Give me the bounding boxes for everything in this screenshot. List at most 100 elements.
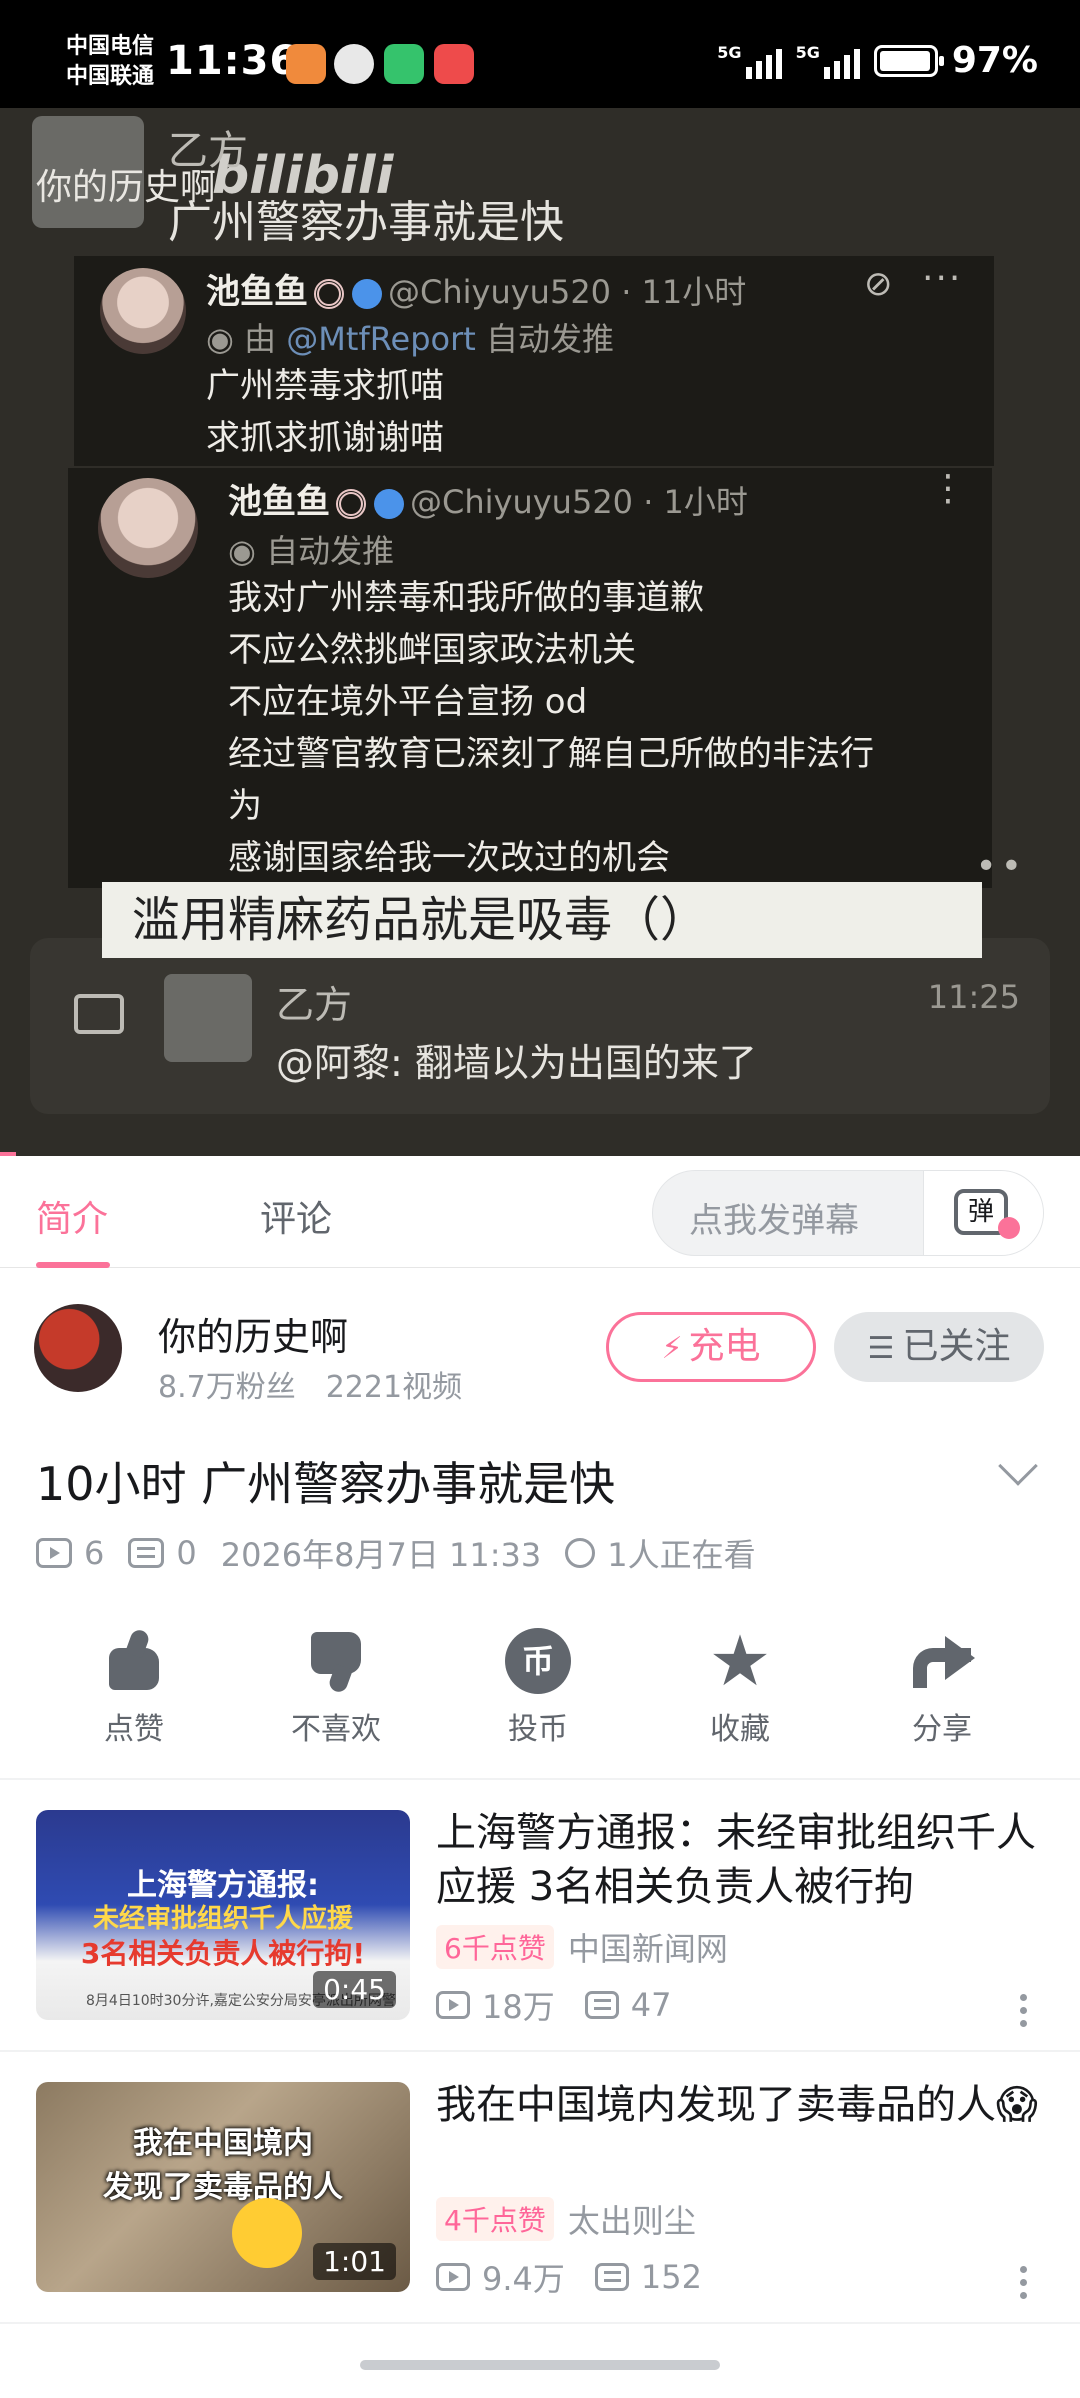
danmaku-toggle-button[interactable]: 弹 bbox=[923, 1171, 1043, 1255]
tab-bar: 简介 评论 点我发弹幕 弹 bbox=[0, 1156, 1080, 1268]
channel-name: 中国新闻网 bbox=[567, 1930, 728, 1968]
swirl-icon bbox=[336, 488, 366, 519]
verified-icon bbox=[374, 488, 404, 519]
reply-time: 11:25 bbox=[927, 978, 1020, 1016]
thumb-line: 我在中国境内 bbox=[133, 2126, 313, 2161]
repost-suffix: 自动发推 bbox=[485, 320, 614, 358]
tweet-handle: @Chiyuyu520 · 11小时 bbox=[388, 273, 747, 311]
publish-date: 2026年8月7日 11:33 bbox=[220, 1536, 542, 1574]
like-label: 点赞 bbox=[104, 1712, 164, 1747]
tweet-author: 池鱼鱼 @Chiyuyu520 · 1小时 bbox=[228, 474, 748, 523]
follow-label: 已关注 bbox=[902, 1326, 1011, 1367]
action-bar: 点赞 不喜欢 币 投币 ★ 收藏 分享 bbox=[0, 1620, 1080, 1770]
uploader-stats: 8.7万粉丝 2221视频 bbox=[158, 1362, 462, 1406]
tweet-author: 池鱼鱼 @Chiyuyu520 · 11小时 bbox=[206, 264, 746, 313]
duration-badge: 1:01 bbox=[313, 2243, 396, 2280]
viewers-icon bbox=[565, 1538, 596, 1568]
tab-intro[interactable]: 简介 bbox=[36, 1190, 108, 1242]
tweet-avatar bbox=[98, 478, 198, 578]
tweet-line: 我对广州禁毒和我所做的事道歉 bbox=[228, 578, 704, 618]
chevron-down-icon[interactable] bbox=[998, 1446, 1038, 1486]
comment-icon bbox=[74, 994, 124, 1034]
share-button[interactable]: 分享 bbox=[872, 1620, 1012, 1748]
tweet-handle: @Chiyuyu520 · 1小时 bbox=[410, 483, 748, 521]
tab-comments[interactable]: 评论 bbox=[260, 1190, 332, 1242]
play-count: 6 bbox=[84, 1534, 105, 1572]
notification-app-icon bbox=[334, 44, 374, 84]
tweet-line: 广州禁毒求抓喵 bbox=[206, 366, 444, 406]
uploader-avatar[interactable] bbox=[34, 1304, 122, 1392]
battery-level: 97% bbox=[951, 40, 1038, 81]
play-count-icon bbox=[436, 1991, 470, 2019]
status-indicators: 5G 5G 97% bbox=[717, 40, 1038, 81]
tweet-1: 池鱼鱼 @Chiyuyu520 · 11小时 ⊘ ··· ◉ 由 @MtfRepo… bbox=[74, 256, 994, 466]
recommended-title[interactable]: 上海警方通报：未经审批组织千人应援 3名相关负责人被行拘 bbox=[436, 1806, 1046, 1914]
charge-label: 充电 bbox=[688, 1326, 761, 1367]
battery-icon bbox=[873, 44, 944, 77]
repost-prefix: 由 bbox=[244, 320, 277, 358]
scream-emoji-icon bbox=[232, 2198, 302, 2268]
recommended-video[interactable]: 上海警方通报: 未经审批组织千人应援 3名相关负责人被行拘! 8月4日10时30… bbox=[0, 1780, 1080, 2052]
tweet-line: 感谢国家给我一次改过的机会 bbox=[228, 838, 670, 878]
danmaku-count: 152 bbox=[640, 2258, 702, 2296]
share-label: 分享 bbox=[912, 1712, 972, 1747]
notification-app-icon bbox=[286, 44, 326, 84]
recommended-stats: 18万 47 bbox=[436, 1982, 671, 2028]
tweet-line: 不应公然挑衅国家政法机关 bbox=[228, 630, 636, 670]
video-thumbnail[interactable]: 我在中国境内 发现了卖毒品的人 1:01 bbox=[36, 2082, 410, 2292]
more-options-icon[interactable] bbox=[1020, 2266, 1028, 2300]
carrier-info: 中国电信 中国联通 bbox=[66, 32, 154, 92]
carrier-2: 中国联通 bbox=[66, 64, 155, 89]
reply-text: @阿黎: 翻墙以为出国的来了 bbox=[276, 1041, 757, 1085]
tweet-author-name: 池鱼鱼 bbox=[228, 482, 330, 522]
thumb-text: 3名相关负责人被行拘! bbox=[80, 1937, 366, 1970]
dislike-label: 不喜欢 bbox=[291, 1712, 381, 1747]
recommended-sub: 4千点赞 太出则尘 bbox=[436, 2196, 696, 2242]
danmaku-on-indicator bbox=[998, 1217, 1020, 1239]
thumb-line: 发现了卖毒品的人 bbox=[103, 2170, 343, 2205]
repost-link: @MtfReport bbox=[286, 320, 476, 358]
more-options-icon[interactable] bbox=[1020, 1994, 1028, 2028]
more-icon: ⋮ bbox=[930, 468, 968, 509]
message-app-icon bbox=[384, 44, 424, 84]
play-count: 18万 bbox=[482, 1988, 555, 2026]
mute-icon: ⊘ bbox=[864, 264, 893, 304]
tweet-author-name: 池鱼鱼 bbox=[206, 272, 308, 312]
recommended-stats: 9.4万 152 bbox=[436, 2254, 702, 2300]
charge-button[interactable]: ⚡ 充电 bbox=[606, 1312, 816, 1382]
video-thumbnail[interactable]: 上海警方通报: 未经审批组织千人应援 3名相关负责人被行拘! 8月4日10时30… bbox=[36, 1810, 410, 2020]
reply-avatar bbox=[164, 974, 252, 1062]
auto-label: 自动发推 bbox=[266, 532, 395, 570]
danmaku-placeholder: 点我发弹幕 bbox=[689, 1201, 859, 1241]
play-count-icon bbox=[436, 2263, 470, 2291]
thumb-text: 未经审批组织千人应援 bbox=[92, 1904, 353, 1934]
tab-indicator bbox=[36, 1262, 110, 1268]
home-indicator[interactable] bbox=[360, 2360, 720, 2370]
tweet-body: 我对广州禁毒和我所做的事道歉 不应公然挑衅国家政法机关 不应在境外平台宣扬 od… bbox=[228, 572, 874, 884]
video-player[interactable]: 你的历史啊 bilibili 乙方 广州警察办事就是快 池鱼鱼 @Chiyuyu5… bbox=[0, 108, 1080, 1156]
coin-label: 投币 bbox=[508, 1712, 568, 1747]
likes-badge: 6千点赞 bbox=[436, 1925, 554, 1969]
viewers-count: 1人正在看 bbox=[607, 1536, 756, 1574]
followed-button[interactable]: ☰ 已关注 bbox=[834, 1312, 1044, 1382]
recommended-sub: 6千点赞 中国新闻网 bbox=[436, 1924, 728, 1970]
danmaku-count: 0 bbox=[176, 1534, 197, 1572]
network-type: 5G bbox=[795, 42, 820, 62]
danmaku-count-icon bbox=[594, 2263, 629, 2291]
recommended-title[interactable]: 我在中国境内发现了卖毒品的人😱 bbox=[436, 2078, 1046, 2132]
video-app-icon bbox=[434, 44, 474, 84]
fans-count: 8.7万粉丝 bbox=[158, 1370, 296, 1405]
bolt-icon: ⚡ bbox=[661, 1331, 683, 1366]
tweet-avatar bbox=[100, 268, 186, 354]
thumb-text: 我在中国境内 发现了卖毒品的人 bbox=[36, 2122, 410, 2210]
uploader-name[interactable]: 你的历史啊 bbox=[158, 1306, 348, 1361]
verified-icon bbox=[352, 278, 382, 309]
menu-icon: ☰ bbox=[867, 1331, 895, 1366]
like-button[interactable]: 点赞 bbox=[64, 1620, 204, 1748]
coin-button[interactable]: 币 投币 bbox=[468, 1620, 608, 1748]
danmaku-input[interactable]: 点我发弹幕 弹 bbox=[652, 1170, 1044, 1256]
tweet-auto-meta: ◉ 自动发推 bbox=[228, 526, 394, 572]
favorite-button[interactable]: ★ 收藏 bbox=[670, 1620, 810, 1748]
recommended-video[interactable]: 我在中国境内 发现了卖毒品的人 1:01 我在中国境内发现了卖毒品的人😱 4千点赞… bbox=[0, 2052, 1080, 2324]
dislike-button[interactable]: 不喜欢 bbox=[266, 1620, 406, 1748]
